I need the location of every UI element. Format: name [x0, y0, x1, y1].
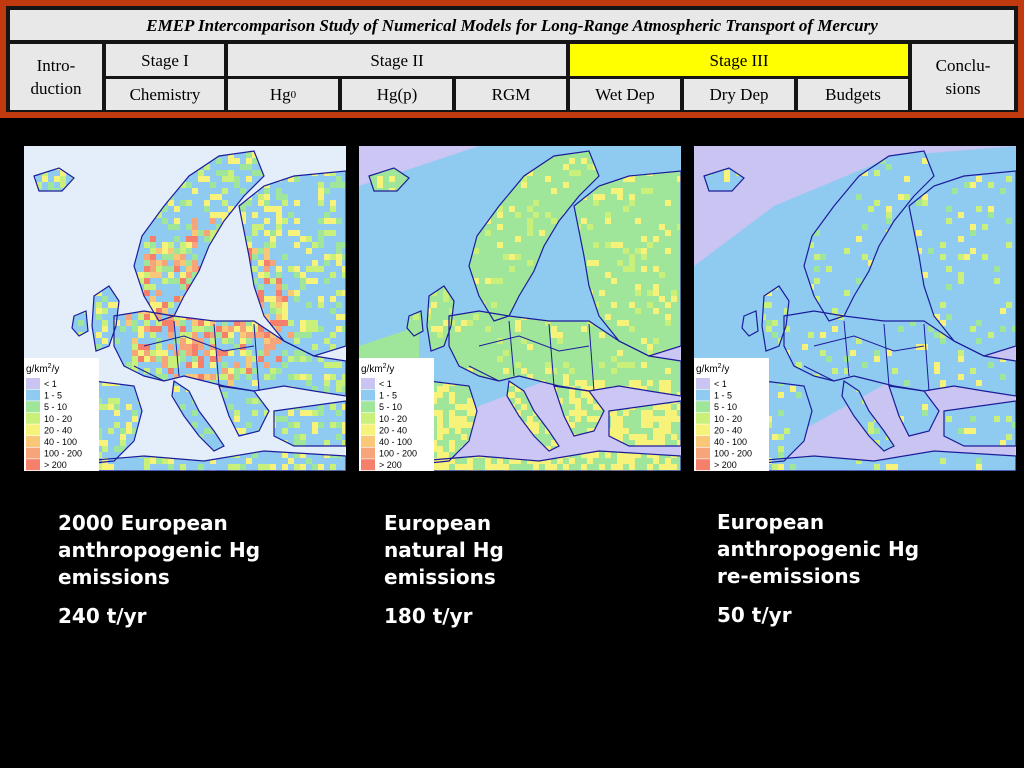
nav-hg0[interactable]: Hg 0	[228, 79, 338, 110]
caption-natural: European natural Hg emissions 180 t/yr	[384, 510, 504, 630]
nav-budgets[interactable]: Budgets	[798, 79, 908, 110]
legend-label: 20 - 40	[44, 425, 72, 435]
nav-wet-dep[interactable]: Wet Dep	[570, 79, 680, 110]
nav-rgm[interactable]: RGM	[456, 79, 566, 110]
legend-label: 40 - 100	[379, 437, 412, 447]
legend-swatch	[361, 436, 375, 447]
legend-swatch	[26, 436, 40, 447]
legend-unit: g/km2/y	[361, 363, 394, 375]
caption-line: anthropogenic Hg	[717, 537, 920, 561]
legend-swatch	[26, 447, 40, 459]
caption-line: 2000 European	[58, 511, 228, 535]
nav-chemistry[interactable]: Chemistry	[106, 79, 224, 110]
legend-swatch	[696, 424, 710, 436]
legend-label: 100 - 200	[714, 449, 752, 459]
legend-swatch	[696, 378, 710, 389]
header-frame: EMEP Intercomparison Study of Numerical …	[0, 0, 1024, 118]
map-svg: g/km2/y < 1 1 - 55 - 10 10 - 2020 - 40 40 - …	[359, 146, 681, 471]
legend-label: 100 - 200	[379, 449, 417, 459]
legend-swatch	[361, 389, 375, 401]
caption-line: natural Hg	[384, 538, 504, 562]
legend-swatch	[361, 459, 375, 471]
caption-line: emissions	[58, 565, 170, 589]
nav-conclusions[interactable]: Conclu- sions	[912, 44, 1014, 110]
legend-unit: g/km2/y	[696, 363, 729, 375]
legend-label: 100 - 200	[44, 449, 82, 459]
nav-stage-3[interactable]: Stage III	[570, 44, 908, 76]
legend-swatch	[361, 447, 375, 459]
map-natural-emissions: g/km2/y < 1 1 - 55 - 10 10 - 20 20 - 40 40 - …	[359, 146, 681, 471]
legend-label: 5 - 10	[714, 402, 737, 412]
caption-amount: 180 t/yr	[384, 604, 473, 628]
legend-swatch	[361, 424, 375, 436]
legend-label: 10 - 20	[714, 414, 742, 424]
legend-swatch	[361, 401, 375, 413]
legend-swatch	[26, 412, 40, 424]
legend-label: < 1	[44, 379, 57, 389]
legend-label: > 200	[714, 460, 737, 470]
nav-introduction[interactable]: Intro- duction	[10, 44, 102, 110]
caption-line: anthropogenic Hg	[58, 538, 261, 562]
nav-stage-2[interactable]: Stage II	[228, 44, 566, 76]
navigation-table: EMEP Intercomparison Study of Numerical …	[6, 6, 1018, 112]
caption-amount: 50 t/yr	[717, 603, 792, 627]
nav-hg0-label: Hg	[269, 85, 291, 104]
legend-swatch	[26, 424, 40, 436]
nav-dry-dep[interactable]: Dry Dep	[684, 79, 794, 110]
caption-amount: 240 t/yr	[58, 604, 147, 628]
legend-label: 40 - 100	[44, 437, 77, 447]
legend-label: 1 - 5	[44, 391, 62, 401]
legend-label: 1 - 5	[714, 391, 732, 401]
legend-label: 20 - 40	[379, 425, 407, 435]
caption-anthropogenic: 2000 European anthropogenic Hg emissions…	[58, 510, 260, 630]
legend-swatch	[696, 389, 710, 401]
legend-label: 40 - 100	[714, 437, 747, 447]
legend-swatch	[26, 459, 40, 471]
map-legend: g/km2/y < 1 1 - 55 - 10 10 - 2020 - 40 40 - …	[24, 358, 99, 471]
legend-unit: g/km2/y	[26, 363, 59, 375]
legend-swatch	[696, 447, 710, 459]
legend-label: < 1	[714, 379, 727, 389]
legend-label: 10 - 20	[44, 414, 72, 424]
legend-label: > 200	[44, 460, 67, 470]
legend-label: 1 - 5	[379, 391, 397, 401]
legend-swatch	[26, 401, 40, 413]
nav-hgp[interactable]: Hg(p)	[342, 79, 452, 110]
legend-swatch	[696, 459, 710, 471]
legend-label: < 1	[379, 379, 392, 389]
nav-stage-1[interactable]: Stage I	[106, 44, 224, 76]
legend-label: 5 - 10	[44, 402, 67, 412]
caption-line: emissions	[384, 565, 496, 589]
map-re-emissions: g/km2/y < 1 1 - 55 - 10 10 - 20 20 - 40 40 - …	[694, 146, 1016, 471]
legend-label: 20 - 40	[714, 425, 742, 435]
legend-swatch	[361, 412, 375, 424]
legend-swatch	[696, 412, 710, 424]
legend-swatch	[696, 436, 710, 447]
legend-swatch	[361, 378, 375, 389]
map-anthropogenic-emissions: g/km2/y < 1 1 - 55 - 10 10 - 20 20 - 40 40 - …	[24, 146, 346, 471]
legend-label: > 200	[379, 460, 402, 470]
legend-label: 10 - 20	[379, 414, 407, 424]
map-legend: g/km2/y < 1 1 - 55 - 10 10 - 2020 - 40 40 - …	[694, 358, 769, 471]
map-svg: g/km2/y < 1 1 - 55 - 10 10 - 2020 - 40 40 - …	[694, 146, 1016, 471]
map-legend: g/km2/y < 1 1 - 55 - 10 10 - 2020 - 40 40 - …	[359, 358, 434, 471]
caption-line: re-emissions	[717, 564, 861, 588]
caption-line: European	[384, 511, 492, 535]
legend-swatch	[696, 401, 710, 413]
map-svg: g/km2/y < 1 1 - 55 - 10 10 - 2020 - 40 40 - …	[24, 146, 346, 471]
caption-line: European	[717, 510, 825, 534]
caption-re-emissions: European anthropogenic Hg re-emissions 5…	[717, 509, 919, 629]
legend-swatch	[26, 389, 40, 401]
legend-label: 5 - 10	[379, 402, 402, 412]
page-title: EMEP Intercomparison Study of Numerical …	[10, 10, 1014, 40]
legend-swatch	[26, 378, 40, 389]
